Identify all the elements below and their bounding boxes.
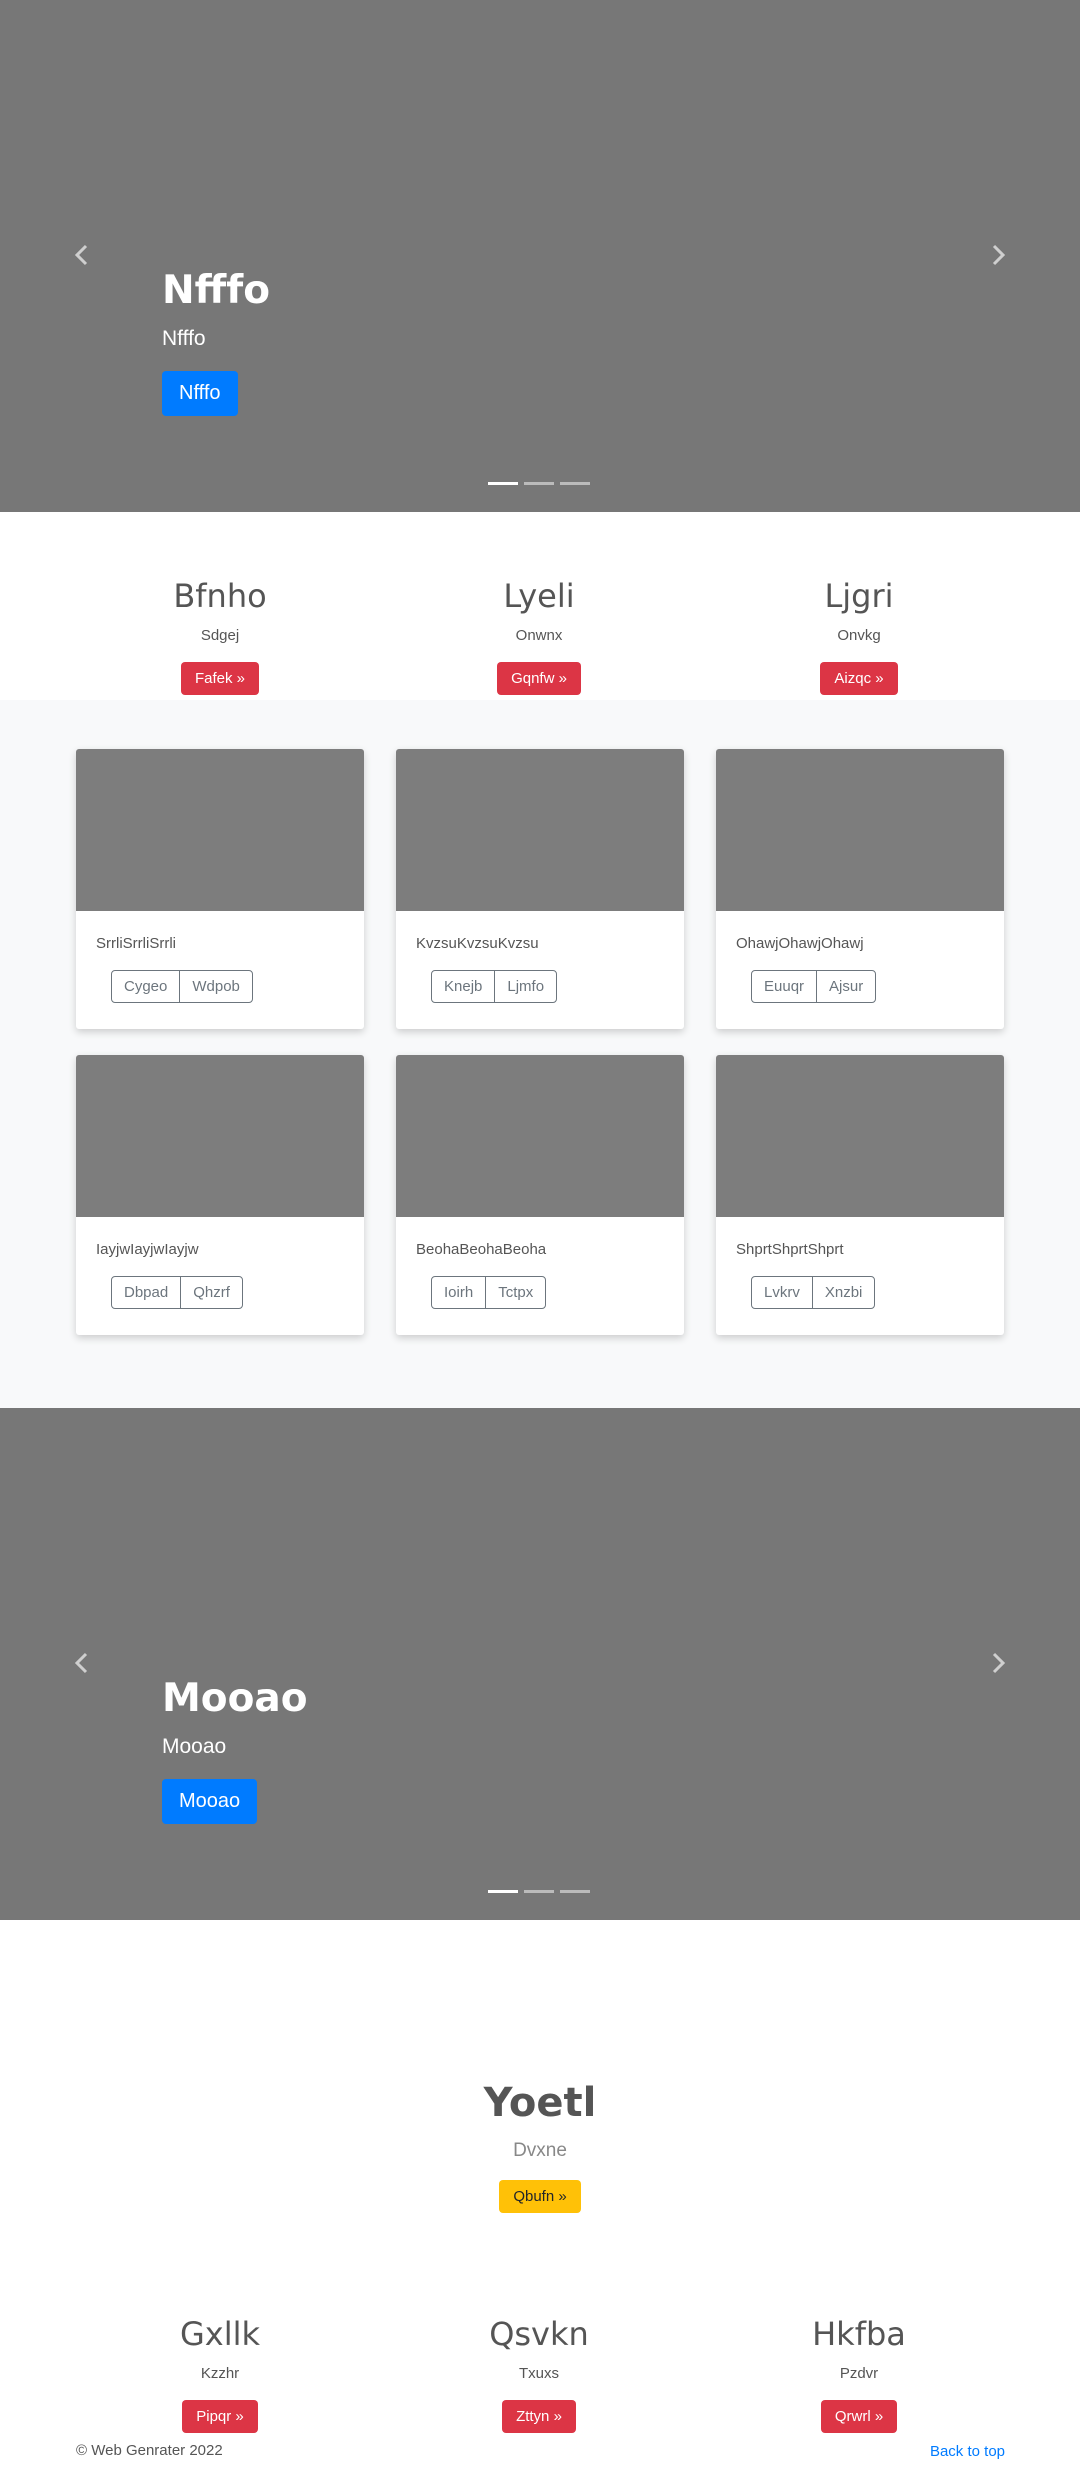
card-button-primary[interactable]: Lvkrv <box>752 1277 812 1308</box>
marketing-button[interactable]: Aizqc » <box>820 662 898 695</box>
card-text: ShprtShprtShprt <box>736 1241 844 1258</box>
marketing-button[interactable]: Pipqr » <box>182 2400 258 2433</box>
marketing-col: Hkfba Pzdvr Qrwrl » <box>709 2315 1009 2433</box>
marketing-text: Sdgej <box>200 627 240 644</box>
card-button-group: Cygeo Wdpob <box>111 970 253 1003</box>
marketing-button[interactable]: Qrwrl » <box>820 2400 898 2433</box>
card-button-primary[interactable]: Cygeo <box>112 971 179 1002</box>
album-card: KvzsuKvzsuKvzsu Knejb Ljmfo <box>396 749 684 1029</box>
carousel-prev-button[interactable] <box>66 240 96 270</box>
featurette: Yoetl Dvxne Qbufn » <box>0 2080 1080 2213</box>
card-button-group: Lvkrv Xnzbi <box>751 1276 876 1309</box>
marketing-heading: Bfnho <box>173 577 267 615</box>
album-card: SrrliSrrliSrrli Cygeo Wdpob <box>76 749 364 1029</box>
carousel-title: Nfffo <box>162 268 270 313</box>
card-button-primary[interactable]: Euuqr <box>752 971 816 1002</box>
card-button-secondary[interactable]: Tctpx <box>485 1277 545 1308</box>
back-to-top-link[interactable]: Back to top <box>930 2443 1005 2460</box>
album-card: IayjwIayjwIayjw Dbpad Qhzrf <box>76 1055 364 1335</box>
marketing-button[interactable]: Zttyn » <box>502 2400 576 2433</box>
carousel-next-button[interactable] <box>984 240 1014 270</box>
card-button-secondary[interactable]: Ljmfo <box>494 971 556 1002</box>
carousel-indicator-3[interactable] <box>560 482 590 485</box>
card-thumbnail <box>396 1055 684 1217</box>
marketing-col: Gxllk Kzzhr Pipqr » <box>70 2315 370 2433</box>
footer-copyright: © Web Genrater 2022 <box>76 2442 223 2459</box>
marketing-text: Txuxs <box>518 2365 559 2382</box>
chevron-left-icon <box>74 1652 88 1674</box>
carousel-subtitle: Mooao <box>162 1734 227 1758</box>
carousel-indicator-3[interactable] <box>560 1890 590 1893</box>
carousel-cta-button[interactable]: Mooao <box>162 1778 258 1824</box>
card-thumbnail <box>716 1055 1004 1217</box>
card-button-secondary[interactable]: Qhzrf <box>180 1277 242 1308</box>
card-button-primary[interactable]: Knejb <box>432 971 494 1002</box>
carousel-caption: Nfffo Nfffo Nfffo <box>162 268 270 416</box>
footer: © Web Genrater 2022 Back to top <box>0 2440 1080 2465</box>
card-thumbnail <box>396 749 684 911</box>
carousel-indicator-2[interactable] <box>524 1890 554 1893</box>
chevron-right-icon <box>992 244 1006 266</box>
carousel-indicator-1[interactable] <box>488 482 518 485</box>
card-button-group: Knejb Ljmfo <box>431 970 558 1003</box>
card-button-secondary[interactable]: Wdpob <box>179 971 252 1002</box>
card-text: BeohaBeohaBeoha <box>416 1241 547 1258</box>
card-text: KvzsuKvzsuKvzsu <box>416 935 539 952</box>
carousel-caption: Mooao Mooao Mooao <box>162 1676 308 1824</box>
card-button-secondary[interactable]: Xnzbi <box>811 1277 875 1308</box>
album-card: BeohaBeohaBeoha Ioirh Tctpx <box>396 1055 684 1335</box>
marketing-button[interactable]: Fafek » <box>180 662 260 695</box>
marketing-text: Onwnx <box>515 627 563 644</box>
carousel-cta-button[interactable]: Nfffo <box>162 370 238 416</box>
featurette-heading: Yoetl <box>483 2080 597 2126</box>
featurette-button[interactable]: Qbufn » <box>499 2180 581 2213</box>
carousel-indicator-2[interactable] <box>524 482 554 485</box>
card-thumbnail <box>76 749 364 911</box>
card-text: OhawjOhawjOhawj <box>736 935 864 952</box>
marketing-heading: Qsvkn <box>489 2315 589 2353</box>
card-text: SrrliSrrliSrrli <box>96 935 176 952</box>
marketing-heading: Hkfba <box>812 2315 906 2353</box>
card-button-group: Ioirh Tctpx <box>431 1276 547 1309</box>
featurette-text: Dvxne <box>513 2140 567 2161</box>
marketing-text: Pzdvr <box>839 2365 879 2382</box>
chevron-left-icon <box>74 244 88 266</box>
card-button-group: Dbpad Qhzrf <box>111 1276 243 1309</box>
marketing-col: Bfnho Sdgej Fafek » <box>70 577 370 695</box>
album-card: ShprtShprtShprt Lvkrv Xnzbi <box>716 1055 1004 1335</box>
marketing-button[interactable]: Gqnfw » <box>497 662 581 695</box>
chevron-right-icon <box>992 1652 1006 1674</box>
album-card: OhawjOhawjOhawj Euuqr Ajsur <box>716 749 1004 1029</box>
card-button-primary[interactable]: Dbpad <box>112 1277 180 1308</box>
carousel-prev-button[interactable] <box>66 1648 96 1678</box>
marketing-heading: Ljgri <box>824 577 894 615</box>
marketing-col: Ljgri Onvkg Aizqc » <box>709 577 1009 695</box>
marketing-heading: Gxllk <box>179 2315 261 2353</box>
carousel-subtitle: Nfffo <box>162 326 206 350</box>
marketing-text: Kzzhr <box>200 2365 240 2382</box>
carousel-title: Mooao <box>162 1676 308 1721</box>
marketing-col: Qsvkn Txuxs Zttyn » <box>389 2315 689 2433</box>
hero-carousel: Nfffo Nfffo Nfffo <box>0 0 1080 512</box>
album-section: SrrliSrrliSrrli Cygeo Wdpob KvzsuKvzsuKv… <box>0 700 1080 1408</box>
card-button-primary[interactable]: Ioirh <box>432 1277 485 1308</box>
carousel-next-button[interactable] <box>984 1648 1014 1678</box>
card-button-secondary[interactable]: Ajsur <box>816 971 875 1002</box>
marketing-heading: Lyeli <box>503 577 575 615</box>
marketing-col: Lyeli Onwnx Gqnfw » <box>389 577 689 695</box>
carousel-indicators <box>488 482 590 485</box>
marketing-text: Onvkg <box>837 627 881 644</box>
second-carousel: Mooao Mooao Mooao <box>0 1408 1080 1920</box>
card-button-group: Euuqr Ajsur <box>751 970 877 1003</box>
card-thumbnail <box>716 749 1004 911</box>
card-text: IayjwIayjwIayjw <box>96 1241 199 1258</box>
card-thumbnail <box>76 1055 364 1217</box>
carousel-indicators <box>488 1890 590 1893</box>
carousel-indicator-1[interactable] <box>488 1890 518 1893</box>
